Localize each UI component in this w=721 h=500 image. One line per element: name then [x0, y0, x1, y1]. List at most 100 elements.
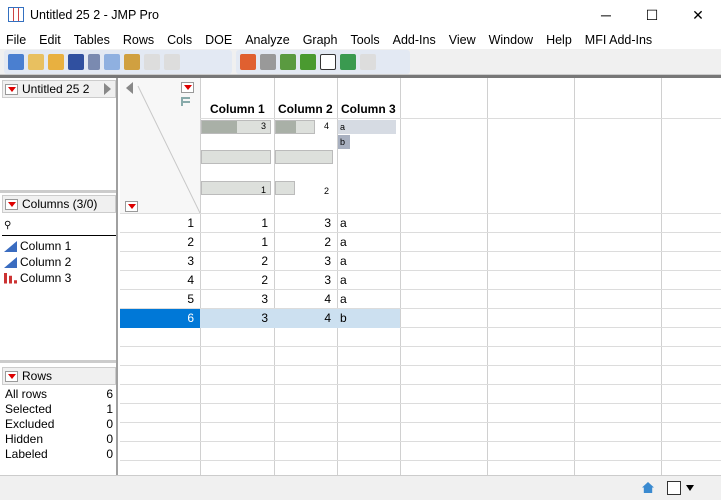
menu-tools[interactable]: Tools	[350, 33, 379, 47]
continuous-icon	[4, 256, 17, 268]
rows-red-triangle-icon[interactable]	[181, 82, 194, 93]
level-bar: b	[338, 135, 350, 149]
copy-icon[interactable]	[104, 54, 120, 70]
menu-doe[interactable]: DOE	[205, 33, 232, 47]
cell-column-2[interactable]: 3	[274, 271, 337, 290]
summary-max: 3	[261, 121, 267, 131]
column-header[interactable]: Column 2	[278, 102, 333, 116]
expand-arrow-icon[interactable]	[126, 82, 133, 94]
bar-chart-icon[interactable]	[300, 54, 316, 70]
cell-column-3[interactable]: a	[337, 214, 400, 233]
collapse-arrow-icon[interactable]	[104, 83, 111, 95]
maximize-button[interactable]: ☐	[629, 0, 675, 30]
menu-add-ins[interactable]: Add-Ins	[393, 33, 436, 47]
cell-column-3[interactable]: a	[337, 290, 400, 309]
table-menu-triangle-icon[interactable]	[5, 83, 18, 95]
summary-min: 1	[261, 185, 267, 195]
menu-edit[interactable]: Edit	[39, 33, 61, 47]
window-title: Untitled 25 2 - JMP Pro	[30, 8, 159, 22]
columns-red-triangle-icon[interactable]	[125, 201, 138, 212]
column-header[interactable]: Column 3	[341, 102, 396, 116]
cell-column-3[interactable]: a	[337, 252, 400, 271]
cell-column-1[interactable]: 1	[200, 233, 274, 252]
row-number[interactable]: 4	[120, 271, 200, 290]
grid-line	[120, 403, 721, 404]
minimize-button[interactable]: ─	[583, 0, 629, 30]
stat-label: Selected	[5, 402, 52, 416]
grid-line	[120, 441, 721, 442]
stat-value: 0	[106, 432, 113, 446]
fit-y-by-x-icon[interactable]	[320, 54, 336, 70]
menu-cols[interactable]: Cols	[167, 33, 192, 47]
edit-icon	[360, 54, 376, 70]
rows-menu-triangle-icon[interactable]	[5, 370, 18, 382]
menu-graph[interactable]: Graph	[303, 33, 338, 47]
column-list-item[interactable]: Column 2	[4, 254, 71, 270]
row-number[interactable]: 3	[120, 252, 200, 271]
cell-column-1[interactable]: 2	[200, 252, 274, 271]
paste-icon[interactable]	[124, 54, 140, 70]
stat-label: Excluded	[5, 417, 55, 431]
menu-bar: File Edit Tables Rows Cols DOE Analyze G…	[0, 30, 721, 49]
table-name: Untitled 25 2	[22, 82, 90, 96]
search-icon: ⚲	[4, 220, 12, 231]
data-view-icon[interactable]	[260, 54, 276, 70]
cell-column-1[interactable]: 2	[200, 271, 274, 290]
sort-icon[interactable]	[181, 97, 190, 106]
columns-menu-triangle-icon[interactable]	[5, 198, 18, 210]
grid-line	[120, 384, 721, 385]
menu-file[interactable]: File	[6, 33, 26, 47]
menu-rows[interactable]: Rows	[123, 33, 154, 47]
window-list-icon[interactable]	[667, 481, 681, 495]
cell-column-2[interactable]: 4	[274, 309, 337, 328]
menu-view[interactable]: View	[449, 33, 476, 47]
menu-mfi-add-ins[interactable]: MFI Add-Ins	[585, 33, 652, 47]
menu-help[interactable]: Help	[546, 33, 572, 47]
save-icon[interactable]	[68, 54, 84, 70]
cut-icon[interactable]	[88, 54, 100, 70]
new-script-icon[interactable]	[28, 54, 44, 70]
close-button[interactable]: ✕	[675, 0, 721, 30]
fit-model-icon[interactable]	[340, 54, 356, 70]
row-number[interactable]: 1	[120, 214, 200, 233]
dropdown-arrow-icon[interactable]	[686, 485, 694, 491]
menu-analyze[interactable]: Analyze	[245, 33, 289, 47]
data-grid: Column 1 Column 2 Column 3 3 1 4 2 a b 1…	[120, 78, 721, 475]
splitter[interactable]	[0, 360, 116, 363]
grid-line	[120, 346, 721, 347]
cell-column-2[interactable]: 3	[274, 252, 337, 271]
formula-icon	[144, 54, 160, 70]
distribution-icon[interactable]	[280, 54, 296, 70]
cell-column-2[interactable]: 2	[274, 233, 337, 252]
column-list-item[interactable]: Column 1	[4, 238, 71, 254]
cell-column-2[interactable]: 3	[274, 214, 337, 233]
cell-column-3[interactable]: a	[337, 271, 400, 290]
column-list-item[interactable]: Column 3	[4, 270, 71, 286]
summary-min: 2	[324, 186, 330, 196]
rows-header: Rows	[22, 369, 53, 383]
cell-column-1[interactable]: 1	[200, 214, 274, 233]
rows-stat: Selected 1	[5, 402, 113, 416]
menu-window[interactable]: Window	[489, 33, 533, 47]
column-search-input[interactable]: ⚲	[2, 217, 116, 236]
row-number[interactable]: 5	[120, 290, 200, 309]
cell-column-3[interactable]: b	[337, 309, 400, 328]
menu-tables[interactable]: Tables	[74, 33, 110, 47]
cell-column-2[interactable]: 4	[274, 290, 337, 309]
columns-panel-header: Columns (3/0)	[2, 195, 116, 213]
row-number[interactable]: 2	[120, 233, 200, 252]
corner-cell	[120, 78, 200, 213]
open-icon[interactable]	[48, 54, 64, 70]
data-table-icon[interactable]	[240, 54, 256, 70]
splitter[interactable]	[0, 190, 116, 193]
cell-column-1[interactable]: 3	[200, 290, 274, 309]
column-name: Column 1	[20, 239, 72, 253]
home-icon[interactable]	[642, 482, 654, 493]
cell-column-1[interactable]: 3	[200, 309, 274, 328]
rows-stat: Excluded 0	[5, 417, 113, 431]
row-number[interactable]: 6	[120, 309, 200, 328]
cell-column-3[interactable]: a	[337, 233, 400, 252]
grid-line	[120, 422, 721, 423]
column-header[interactable]: Column 1	[210, 102, 265, 116]
new-table-icon[interactable]	[8, 54, 24, 70]
